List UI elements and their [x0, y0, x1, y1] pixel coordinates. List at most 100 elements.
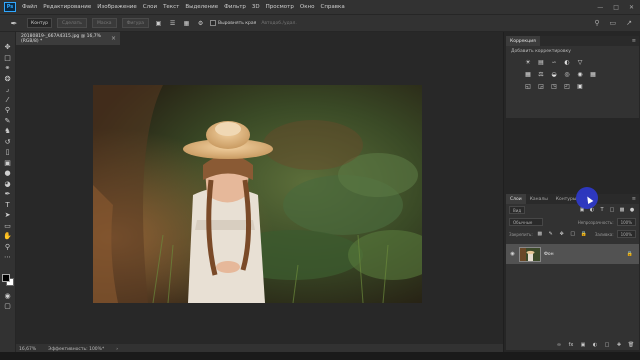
blur-icon[interactable]: ● [2, 168, 14, 179]
type-icon[interactable]: T [2, 200, 14, 211]
opacity-field[interactable]: 100% [616, 218, 636, 226]
menu-image[interactable]: Изображение [97, 4, 137, 10]
lock-paint-icon[interactable]: ✎ [547, 230, 555, 238]
filter-shape-icon[interactable]: □ [608, 206, 616, 214]
lasso-icon[interactable]: ⚭ [2, 63, 14, 74]
vibrance-icon[interactable]: ▽ [576, 58, 584, 66]
workspace-icon[interactable]: ▭ [610, 19, 617, 27]
adjustment-layer-icon[interactable]: ◐ [591, 341, 599, 349]
color-balance-icon[interactable]: ⚖ [537, 70, 545, 78]
menu-edit[interactable]: Редактирование [43, 4, 91, 10]
blend-mode-select[interactable]: Обычные [509, 218, 543, 226]
pen-icon[interactable]: ✒ [2, 189, 14, 200]
tab-close-icon[interactable]: × [111, 35, 116, 42]
exposure-icon[interactable]: ◐ [563, 58, 571, 66]
levels-icon[interactable]: ▤ [537, 58, 545, 66]
zoom-level[interactable]: 16,67% [19, 347, 36, 352]
layer-lock-icon[interactable]: 🔒 [627, 251, 633, 257]
make-selection-button[interactable]: Сделать [57, 18, 87, 28]
menu-3d[interactable]: 3D [252, 4, 260, 10]
layers-panel-menu-icon[interactable]: ≡ [632, 196, 636, 202]
path-select-icon[interactable]: ➤ [2, 210, 14, 221]
posterize-icon[interactable]: ◲ [537, 82, 545, 90]
menu-select[interactable]: Выделение [185, 4, 218, 10]
path-alignment-icon[interactable]: ☰ [168, 19, 177, 28]
healing-icon[interactable]: ⚲ [2, 105, 14, 116]
document-image[interactable] [93, 85, 422, 303]
menu-view[interactable]: Просмотр [266, 4, 294, 10]
photo-filter-icon[interactable]: ◎ [563, 70, 571, 78]
menu-type[interactable]: Текст [163, 4, 179, 10]
mask-button[interactable]: Маска [91, 18, 117, 28]
gradient-icon[interactable]: ▣ [2, 158, 14, 169]
gradient-map-icon[interactable]: ◰ [563, 82, 571, 90]
color-swatches[interactable] [1, 273, 15, 287]
settings-gear-icon[interactable]: ⚙ [196, 19, 205, 28]
black-white-icon[interactable]: ◒ [550, 70, 558, 78]
more-tools-icon[interactable]: ⋯ [2, 252, 14, 263]
eyedropper-icon[interactable]: ⁄ [2, 95, 14, 106]
quick-select-icon[interactable]: ❂ [2, 74, 14, 85]
color-lookup-icon[interactable]: ▦ [589, 70, 597, 78]
menu-help[interactable]: Справка [320, 4, 344, 10]
menu-file[interactable]: Файл [22, 4, 37, 10]
invert-icon[interactable]: ◱ [524, 82, 532, 90]
hue-saturation-icon[interactable]: ▦ [524, 70, 532, 78]
maximize-icon[interactable]: □ [613, 4, 619, 11]
document-tab[interactable]: 20180819-_667A4315.jpg @ 16,7% (RGB/8) *… [16, 32, 120, 45]
layer-thumbnail[interactable] [519, 246, 541, 262]
rectangle-icon[interactable]: ▭ [2, 221, 14, 232]
move-icon[interactable]: ✥ [2, 42, 14, 53]
minimize-icon[interactable]: — [597, 4, 603, 11]
zoom-icon[interactable]: ⚲ [2, 242, 14, 253]
lock-all-icon[interactable]: 🔒 [580, 230, 588, 238]
status-arrow-icon[interactable]: › [116, 347, 118, 352]
filter-type-icon[interactable]: T [598, 206, 606, 214]
search-icon[interactable]: ⚲ [594, 19, 599, 27]
filter-smart-icon[interactable]: ▩ [618, 206, 626, 214]
canvas-area[interactable] [16, 45, 503, 344]
tab-channels[interactable]: Каналы [526, 194, 552, 204]
hand-icon[interactable]: ✋ [2, 231, 14, 242]
channel-mixer-icon[interactable]: ◉ [576, 70, 584, 78]
menu-layer[interactable]: Слои [143, 4, 157, 10]
threshold-icon[interactable]: ◳ [550, 82, 558, 90]
brush-icon[interactable]: ✎ [2, 116, 14, 127]
rubber-band-option[interactable]: Автодоб./удал. [261, 21, 297, 26]
menu-window[interactable]: Окно [300, 4, 315, 10]
layer-row-background[interactable]: ◉ Фон 🔒 [506, 244, 639, 264]
foreground-color-swatch[interactable] [1, 273, 10, 282]
pen-tool-preset-icon[interactable]: ✒ [6, 17, 22, 29]
marquee-icon[interactable]: □ [2, 53, 14, 64]
clone-stamp-icon[interactable]: ♞ [2, 126, 14, 137]
history-brush-icon[interactable]: ↺ [2, 137, 14, 148]
new-group-icon[interactable]: □ [603, 341, 611, 349]
lock-transparency-icon[interactable]: ▩ [536, 230, 544, 238]
menu-filter[interactable]: Фильтр [224, 4, 246, 10]
share-icon[interactable]: ↗ [626, 19, 632, 27]
screen-mode-icon[interactable]: ▢ [2, 301, 14, 312]
shape-button[interactable]: Фигура [121, 18, 150, 28]
layer-name[interactable]: Фон [544, 252, 554, 257]
crop-icon[interactable]: ⌟ [2, 84, 14, 95]
link-layers-icon[interactable]: ∞ [555, 341, 563, 349]
path-operations-icon[interactable]: ▣ [154, 19, 163, 28]
path-arrangement-icon[interactable]: ▦ [182, 19, 191, 28]
align-edges-option[interactable]: Выровнять края [210, 20, 256, 26]
align-edges-checkbox[interactable] [210, 20, 217, 26]
mode-select[interactable]: Контур [27, 18, 53, 28]
new-layer-icon[interactable]: ✚ [615, 341, 623, 349]
dodge-icon[interactable]: ◕ [2, 179, 14, 190]
eraser-icon[interactable]: ▯ [2, 147, 14, 158]
quick-mask-icon[interactable]: ◉ [2, 291, 14, 302]
fill-field[interactable]: 100% [616, 230, 636, 238]
close-icon[interactable]: ✕ [629, 4, 634, 11]
delete-layer-icon[interactable]: 🗑 [627, 341, 635, 349]
tab-layers[interactable]: Слои [506, 194, 526, 204]
panel-menu-icon[interactable]: ≡ [632, 38, 636, 44]
lock-move-icon[interactable]: ✥ [558, 230, 566, 238]
brightness-icon[interactable]: ☀ [524, 58, 532, 66]
selective-color-icon[interactable]: ▣ [576, 82, 584, 90]
layer-style-icon[interactable]: fx [567, 341, 575, 349]
visibility-eye-icon[interactable]: ◉ [509, 251, 516, 257]
